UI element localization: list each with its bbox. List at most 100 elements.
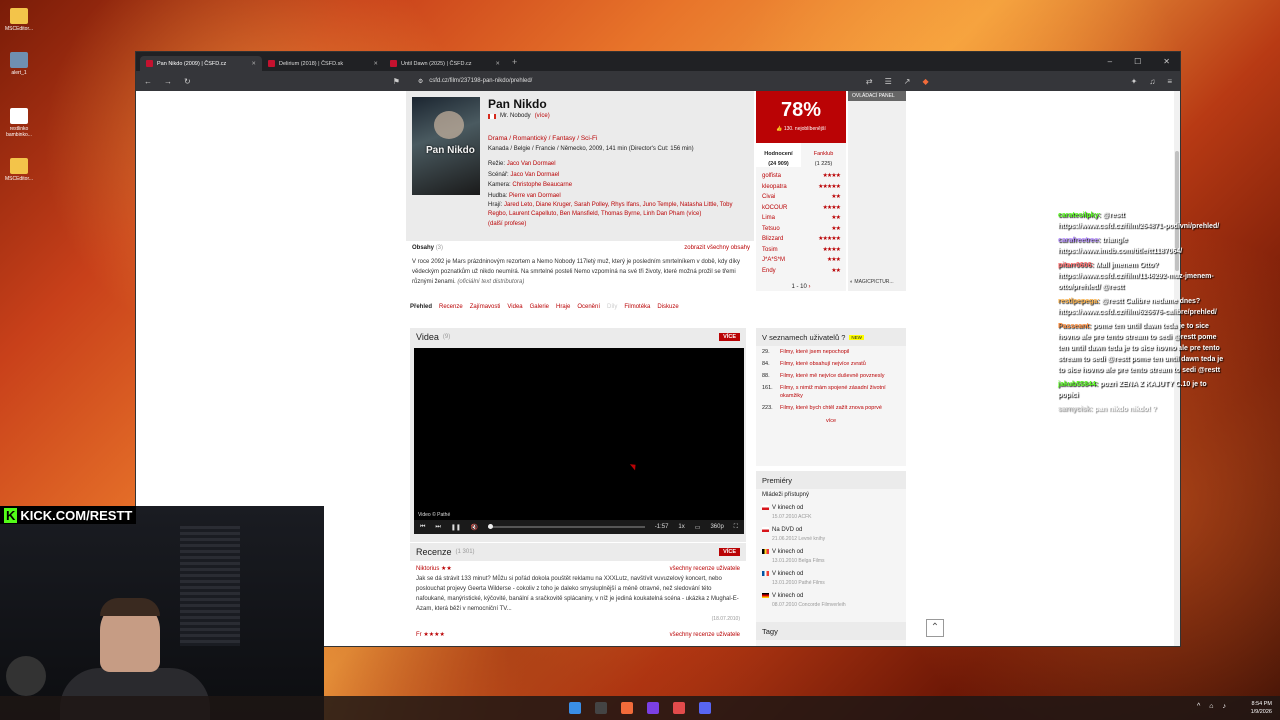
- tab-videa[interactable]: Videa: [507, 304, 522, 310]
- user-reviews-link[interactable]: všechny recenze uživatele: [670, 630, 740, 640]
- windows-start-icon[interactable]: [569, 702, 581, 714]
- user-rating-row[interactable]: kleopatra ★★★★★: [762, 182, 841, 193]
- user-list-item[interactable]: 161. Filmy, s nimiž mám spojené zásadní ž…: [756, 382, 906, 402]
- close-tab-icon[interactable]: ✕: [251, 61, 256, 67]
- review-user-link[interactable]: Fr: [416, 630, 422, 640]
- desktop-icon-alert[interactable]: alert_1: [2, 52, 36, 76]
- tab-pan-nikdo[interactable]: Pan Nikdo (2009) | ČSFD.cz ✕: [140, 56, 262, 71]
- brave-icon[interactable]: [621, 702, 633, 714]
- back-icon[interactable]: ←: [144, 77, 152, 86]
- media-icon[interactable]: ♫: [1149, 77, 1155, 86]
- user-rating-row[interactable]: Blizzard ★★★★★: [762, 234, 841, 245]
- tab-prehled[interactable]: Přehled: [410, 304, 432, 310]
- discord-icon[interactable]: [699, 702, 711, 714]
- task-view-icon[interactable]: [595, 702, 607, 714]
- reader-icon[interactable]: ☰: [885, 77, 892, 86]
- tab-delirium[interactable]: Delirium (2018) | ČSFD.sk ✕: [262, 56, 384, 71]
- user-reviews-link[interactable]: všechny recenze uživatele: [670, 564, 740, 574]
- review-user-link[interactable]: Niktorius: [416, 564, 439, 574]
- film-genres[interactable]: Drama / Romantický / Fantasy / Sci-Fi: [488, 135, 597, 142]
- chrome-icon[interactable]: [673, 702, 685, 714]
- maximize-icon[interactable]: ☐: [1134, 57, 1141, 66]
- tab-ratings[interactable]: Hodnocení (24 909): [756, 143, 801, 167]
- progress-handle[interactable]: [488, 524, 494, 529]
- url-field[interactable]: ⚙ csfd.cz/film/237198-pan-nikdo/prehled/: [412, 74, 854, 88]
- quality-button[interactable]: 360p: [710, 524, 723, 530]
- folder-icon: [10, 158, 28, 174]
- reviews-more-button[interactable]: VÍCE: [719, 548, 740, 556]
- clock[interactable]: 8:54 PM 1/9/2026: [1251, 700, 1272, 716]
- site-info-icon[interactable]: ⚙: [418, 78, 423, 85]
- fullscreen-icon[interactable]: ⛶: [734, 524, 738, 531]
- pip-icon[interactable]: ▭: [695, 524, 701, 531]
- tab-zajimavosti[interactable]: Zajímavosti: [470, 304, 501, 310]
- desktop-icon-folder[interactable]: MSCEditor...: [2, 8, 36, 32]
- video-player[interactable]: Video © Pathé ⏮ ⏭ ❚❚ 🔇 -1:57 1x ▭ 360p ⛶: [414, 348, 744, 534]
- scroll-to-top-button[interactable]: ⌃: [926, 619, 944, 637]
- user-rating-row[interactable]: kOCOUR ★★★★: [762, 203, 841, 214]
- forward-icon[interactable]: →: [164, 77, 172, 86]
- user-rating-row[interactable]: Civai ★★: [762, 192, 841, 203]
- magicpictures-link[interactable]: ◐ MAGICPICTUR...: [850, 279, 894, 285]
- user-rating-row[interactable]: Endy ★★: [762, 266, 841, 277]
- bookmark-icon[interactable]: ⚑: [393, 77, 400, 86]
- user-rating-row[interactable]: golfista ★★★★: [762, 171, 841, 182]
- control-panel-button[interactable]: OVLÁDACÍ PANEL: [848, 91, 906, 101]
- desktop-icon-document[interactable]: restlinko bambinko...: [2, 108, 36, 138]
- close-tab-icon[interactable]: ✕: [495, 61, 500, 67]
- extensions-icon[interactable]: ✦: [1131, 77, 1138, 86]
- director-link[interactable]: Jaco Van Dormael: [507, 161, 556, 167]
- speed-button[interactable]: 1x: [678, 524, 684, 530]
- rating-rank[interactable]: 👍 130. nejoblíbenější: [756, 126, 846, 132]
- user-rating-row[interactable]: Tosim ★★★★: [762, 245, 841, 256]
- tab-hraje[interactable]: Hraje: [556, 304, 570, 310]
- chevron-up-icon[interactable]: ^: [1197, 703, 1200, 710]
- mute-icon[interactable]: 🔇: [471, 524, 478, 531]
- user-rating-row[interactable]: J*A*S*M ★★★: [762, 255, 841, 266]
- desktop-icon-folder-2[interactable]: MSCEditor...: [2, 158, 36, 182]
- minimize-icon[interactable]: –: [1108, 57, 1112, 66]
- help-icon[interactable]: ?: [841, 333, 845, 342]
- cast-more-link[interactable]: (více): [686, 211, 701, 217]
- app-icon[interactable]: [647, 702, 659, 714]
- user-list-item[interactable]: 88. Filmy, které mě nejvíce duševně povzn…: [756, 370, 906, 382]
- pause-icon[interactable]: ❚❚: [451, 524, 461, 531]
- tab-oceneni[interactable]: Ocenění: [577, 304, 600, 310]
- all-plots-link[interactable]: zobrazit všechny obsahy: [684, 243, 750, 253]
- translate-icon[interactable]: ⇄: [866, 77, 873, 86]
- film-poster[interactable]: Pan Nikdo: [412, 97, 480, 195]
- tab-until-dawn[interactable]: Until Dawn (2025) | ČSFD.cz ✕: [384, 56, 506, 71]
- more-professions-link[interactable]: (další profese): [488, 221, 526, 227]
- new-tab-icon[interactable]: +: [512, 57, 517, 67]
- tab-filmoteka[interactable]: Filmotéka: [624, 304, 650, 310]
- ratings-pager[interactable]: 1 - 10 ›: [762, 282, 840, 293]
- reload-icon[interactable]: ↻: [184, 77, 191, 86]
- user-list-item[interactable]: 84. Filmy, které obsahují nejvíce zvratů: [756, 358, 906, 370]
- original-more-link[interactable]: (více): [535, 113, 550, 119]
- share-icon[interactable]: ↗: [904, 77, 911, 86]
- writer-link[interactable]: Jaco Van Dormael: [510, 172, 559, 178]
- brave-shield-icon[interactable]: ◆: [922, 77, 928, 86]
- tab-recenze[interactable]: Recenze: [439, 304, 463, 310]
- next-icon[interactable]: ⏭: [435, 524, 440, 531]
- close-window-icon[interactable]: ✕: [1163, 57, 1170, 66]
- volume-icon[interactable]: ♪: [1223, 703, 1227, 710]
- user-list-item[interactable]: 223. Filmy, které bych chtěl zažít znova …: [756, 402, 906, 414]
- user-list-item[interactable]: 29. Filmy, které jsem nepochopil: [756, 346, 906, 358]
- user-rating-row[interactable]: Lima ★★: [762, 213, 841, 224]
- network-icon[interactable]: ⌂: [1209, 703, 1213, 710]
- progress-bar[interactable]: [488, 524, 645, 529]
- videos-more-button[interactable]: VÍCE: [719, 333, 740, 341]
- previous-icon[interactable]: ⏮: [420, 524, 425, 531]
- tab-fanclub[interactable]: Fanklub (1 225): [801, 143, 846, 167]
- user-rating-row[interactable]: Tetsuo ★★: [762, 224, 841, 235]
- chat-message: carafreetree: triangle https://www.imdb.…: [1058, 237, 1183, 255]
- close-tab-icon[interactable]: ✕: [373, 61, 378, 67]
- tab-diskuze[interactable]: Diskuze: [657, 304, 678, 310]
- music-link[interactable]: Pierre van Dormael: [509, 193, 561, 199]
- next-page-icon[interactable]: ›: [809, 284, 811, 290]
- lists-more-link[interactable]: více: [756, 418, 906, 424]
- camera-link[interactable]: Christophe Beaucarne: [512, 182, 572, 188]
- menu-icon[interactable]: ≡: [1167, 77, 1172, 86]
- tab-galerie[interactable]: Galerie: [530, 304, 549, 310]
